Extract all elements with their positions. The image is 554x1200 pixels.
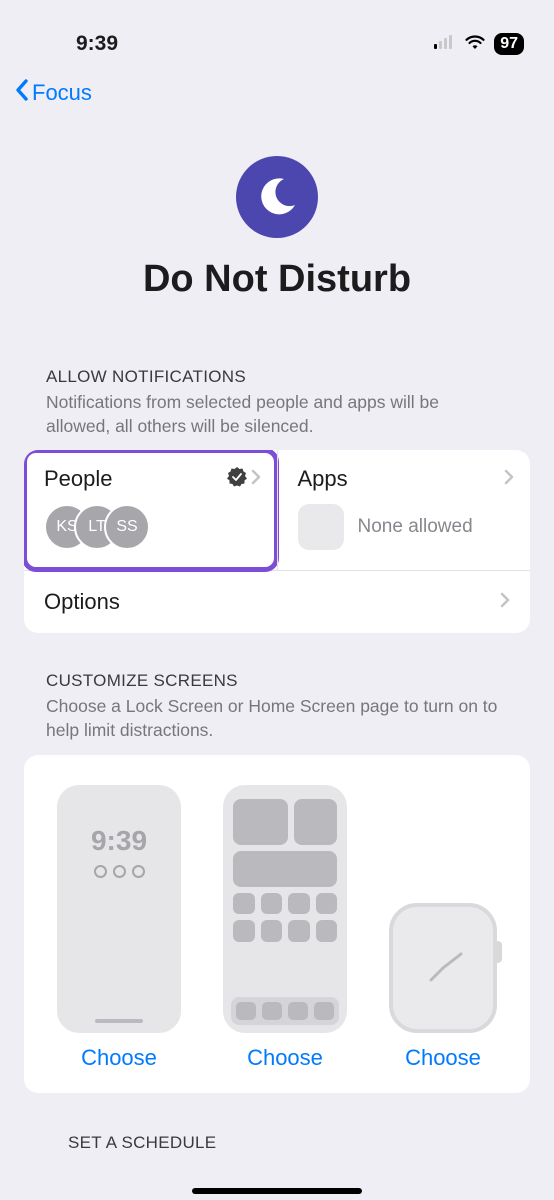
allow-card: People KS	[24, 450, 530, 633]
apps-label: Apps	[298, 466, 348, 492]
status-bar: 9:39 97	[0, 0, 554, 70]
section-header: SET A SCHEDULE	[46, 1133, 508, 1153]
verified-badge-icon	[227, 467, 247, 492]
people-cell[interactable]: People KS	[24, 450, 277, 570]
people-avatars: KS LT SS	[44, 504, 261, 550]
home-indicator[interactable]	[192, 1188, 362, 1194]
options-row[interactable]: Options	[24, 571, 530, 633]
choose-button[interactable]: Choose	[405, 1045, 481, 1071]
lock-screen-column: 9:39 Choose	[57, 785, 181, 1071]
back-label: Focus	[32, 80, 92, 106]
watch-face-thumbnail[interactable]	[389, 903, 497, 1033]
nav-bar: Focus	[0, 70, 554, 122]
people-label: People	[44, 466, 113, 492]
section-set-schedule: SET A SCHEDULE	[0, 1133, 554, 1153]
section-header: ALLOW NOTIFICATIONS	[24, 367, 530, 387]
chevron-left-icon	[14, 78, 30, 108]
cellular-icon	[434, 35, 456, 54]
chevron-right-icon	[500, 592, 510, 613]
apps-cell[interactable]: Apps None allowed	[277, 450, 531, 570]
people-apps-row: People KS	[24, 450, 530, 571]
battery-indicator: 97	[494, 33, 524, 55]
section-description: Choose a Lock Screen or Home Screen page…	[24, 691, 530, 754]
avatar: SS	[104, 504, 150, 550]
choose-button[interactable]: Choose	[247, 1045, 323, 1071]
options-label: Options	[44, 589, 120, 615]
status-time: 9:39	[76, 32, 118, 56]
page-title: Do Not Disturb	[0, 258, 554, 301]
chevron-right-icon	[504, 469, 514, 490]
lock-screen-thumbnail[interactable]: 9:39	[57, 785, 181, 1033]
apps-status: None allowed	[358, 516, 473, 538]
moon-icon	[236, 156, 318, 238]
section-allow-notifications: ALLOW NOTIFICATIONS Notifications from s…	[0, 367, 554, 633]
lock-screen-time: 9:39	[57, 825, 181, 857]
screens-card: 9:39 Choose Choose	[24, 755, 530, 1093]
section-description: Notifications from selected people and a…	[24, 387, 530, 450]
page-header: Do Not Disturb	[0, 156, 554, 301]
section-header: CUSTOMIZE SCREENS	[24, 671, 530, 691]
home-screen-thumbnail[interactable]	[223, 785, 347, 1033]
watch-face-column: Choose	[389, 903, 497, 1071]
chevron-right-icon	[251, 469, 261, 490]
clock-hands-icon	[413, 938, 473, 998]
app-placeholder-icon	[298, 504, 344, 550]
section-customize-screens: CUSTOMIZE SCREENS Choose a Lock Screen o…	[0, 671, 554, 1092]
choose-button[interactable]: Choose	[81, 1045, 157, 1071]
back-button[interactable]: Focus	[14, 78, 92, 108]
wifi-icon	[464, 34, 486, 55]
home-screen-column: Choose	[223, 785, 347, 1071]
status-indicators: 97	[434, 33, 524, 55]
